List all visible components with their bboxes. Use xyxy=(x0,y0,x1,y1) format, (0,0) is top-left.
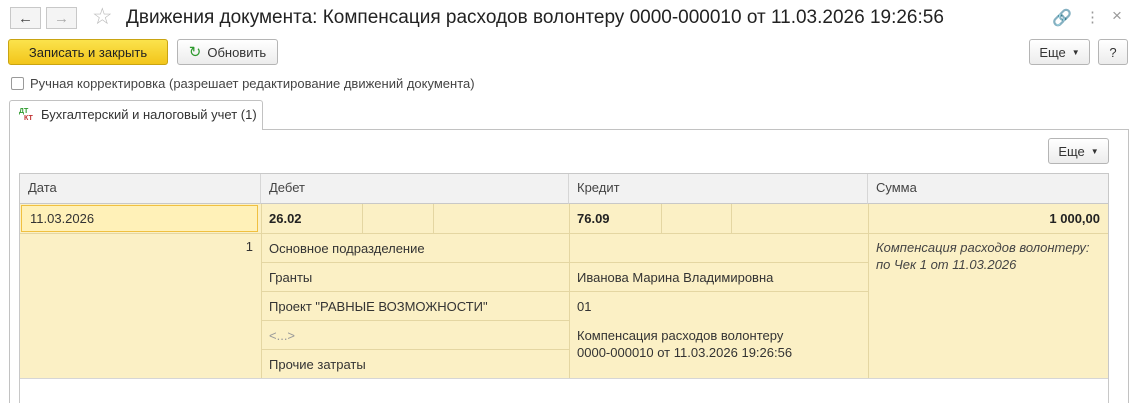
tab-label: Бухгалтерский и налоговый учет (1) xyxy=(41,107,257,122)
row-divider xyxy=(261,291,868,292)
back-button[interactable]: ← xyxy=(10,7,41,29)
movements-table[interactable]: Дата Дебет Кредит Сумма 11.03.2026 1 26.… xyxy=(19,173,1109,403)
debit-subconto-1[interactable]: Основное подразделение xyxy=(261,241,433,256)
row-divider xyxy=(20,233,1108,234)
row-divider xyxy=(261,262,868,263)
column-header-debit[interactable]: Дебет xyxy=(261,174,569,204)
forward-button[interactable]: → xyxy=(46,7,77,29)
credit-account[interactable]: 76.09 xyxy=(569,211,618,226)
chevron-down-icon: ▼ xyxy=(1071,47,1080,57)
column-divider xyxy=(868,204,869,378)
table-more-label: Еще xyxy=(1058,143,1085,159)
credit-document-line-1[interactable]: Компенсация расходов волонтеру xyxy=(569,328,791,343)
credit-document-line-2[interactable]: 0000-000010 от 11.03.2026 19:26:56 xyxy=(569,345,800,360)
row-divider xyxy=(261,320,569,321)
debit-subconto-2[interactable]: Гранты xyxy=(261,270,320,285)
credit-subconto-2[interactable]: Иванова Марина Владимировна xyxy=(569,270,781,285)
table-row-bottom-border xyxy=(20,378,1108,379)
amount-value[interactable]: 1 000,00 xyxy=(868,211,1108,226)
manual-correction-checkbox[interactable] xyxy=(11,77,24,90)
star-icon[interactable]: ☆ xyxy=(92,3,113,30)
more-button[interactable]: Еще ▼ xyxy=(1029,39,1090,65)
column-header-credit[interactable]: Кредит xyxy=(569,174,868,204)
tab-panel-border-right xyxy=(1128,129,1129,403)
tab-panel-border-left xyxy=(9,129,10,403)
debit-subconto-placeholder[interactable]: <...> xyxy=(261,328,303,343)
debit-account[interactable]: 26.02 xyxy=(261,211,310,226)
subcolumn-divider xyxy=(731,204,732,233)
debit-subconto-3[interactable]: Проект "РАВНЫЕ ВОЗМОЖНОСТИ" xyxy=(261,299,496,314)
column-header-amount[interactable]: Сумма xyxy=(868,174,1108,204)
row-divider xyxy=(261,349,569,350)
line-number: 1 xyxy=(245,239,253,254)
link-icon[interactable]: 🔗 xyxy=(1052,8,1072,28)
content-line-2[interactable]: по Чек 1 от 11.03.2026 xyxy=(868,257,1024,272)
dt-kt-icon-bottom: КТ xyxy=(24,115,33,122)
save-close-button[interactable]: Записать и закрыть xyxy=(8,39,168,65)
help-button[interactable]: ? xyxy=(1098,39,1128,65)
refresh-label: Обновить xyxy=(207,44,267,60)
debit-cost-item[interactable]: Прочие затраты xyxy=(261,357,374,372)
tab-accounting[interactable]: ДТ КТ Бухгалтерский и налоговый учет (1) xyxy=(9,100,263,130)
refresh-button[interactable]: ↻ Обновить xyxy=(177,39,278,65)
save-close-label: Записать и закрыть xyxy=(28,44,148,60)
tab-panel-border-top xyxy=(263,129,1129,130)
window-title: Движения документа: Компенсация расходов… xyxy=(126,7,944,28)
date-cell[interactable]: 11.03.2026 xyxy=(21,205,258,232)
table-more-button[interactable]: Еще ▼ xyxy=(1048,138,1109,164)
subcolumn-divider xyxy=(661,204,662,233)
content-line-1[interactable]: Компенсация расходов волонтеру: xyxy=(868,240,1098,255)
arrow-right-icon: → xyxy=(54,9,69,27)
subcolumn-divider xyxy=(433,204,434,233)
credit-subconto-3[interactable]: 01 xyxy=(569,299,599,314)
more-vert-icon[interactable]: ⋮ xyxy=(1085,8,1100,26)
help-label: ? xyxy=(1109,44,1117,60)
close-icon[interactable]: × xyxy=(1112,6,1122,26)
arrow-left-icon: ← xyxy=(18,9,33,27)
more-label: Еще xyxy=(1039,44,1066,60)
manual-correction-label: Ручная корректировка (разрешает редактир… xyxy=(30,76,475,91)
dt-kt-icon: ДТ КТ xyxy=(19,108,35,124)
subcolumn-divider xyxy=(362,204,363,233)
dt-kt-icon-top: ДТ xyxy=(19,108,29,115)
column-header-date[interactable]: Дата xyxy=(20,174,261,204)
chevron-down-icon: ▼ xyxy=(1090,146,1099,156)
refresh-icon: ↻ xyxy=(188,44,202,61)
